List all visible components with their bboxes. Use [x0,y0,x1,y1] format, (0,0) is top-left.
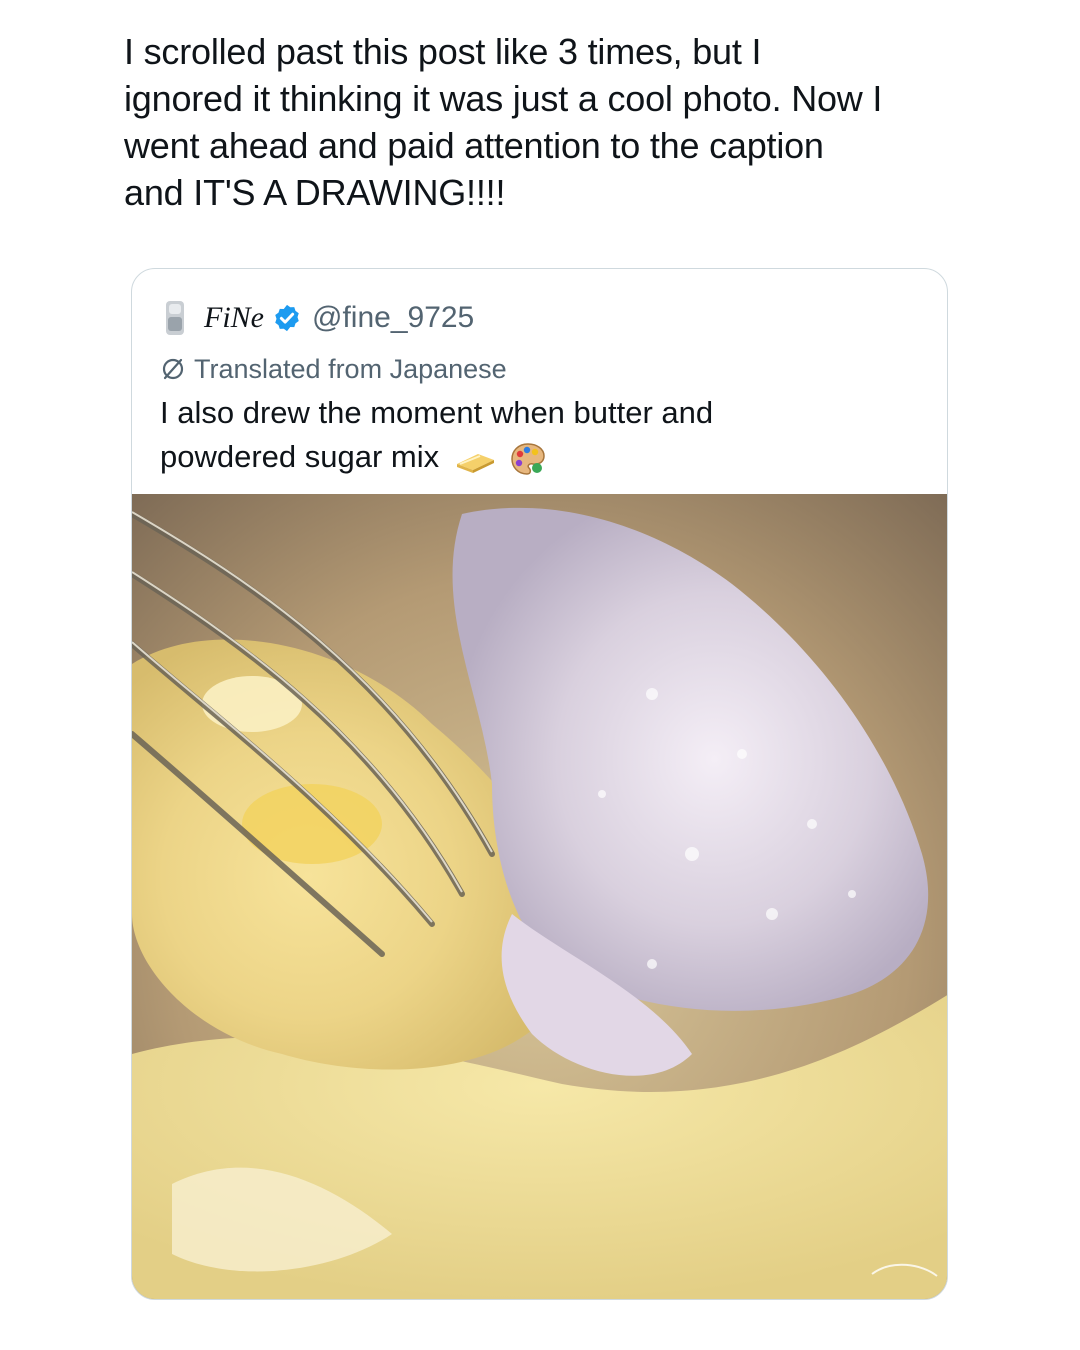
post-text: I scrolled past this post like 3 times, … [124,28,984,216]
quoted-post-text: I also drew the moment when butter and p… [160,391,920,479]
translate-icon [162,358,184,380]
post-text-line: and IT'S A DRAWING!!!! [124,172,506,213]
drawing-image[interactable] [132,494,948,1300]
avatar[interactable] [160,299,190,337]
post-text-line: went ahead and paid attention to the cap… [124,125,824,166]
verified-badge-icon [275,304,299,332]
artist-palette-icon [511,443,546,475]
post-text-line: I scrolled past this post like 3 times, … [124,31,762,72]
translation-note-label: Translated from Japanese [194,353,507,384]
handle[interactable]: @fine_9725 [312,301,474,335]
post-text-line: ignored it thinking it was just a cool p… [124,78,883,119]
quoted-post-header: FiNe @fine_9725 [160,299,474,337]
translation-note: Translated from Japanese [160,351,507,387]
quoted-text-line: I also drew the moment when butter and [160,395,714,430]
quoted-post-card[interactable]: FiNe @fine_9725 Translated from Japanese… [131,268,948,1300]
butter-icon [456,453,494,473]
display-name[interactable]: FiNe [204,301,264,335]
quoted-text-line: powdered sugar mix [160,439,440,474]
